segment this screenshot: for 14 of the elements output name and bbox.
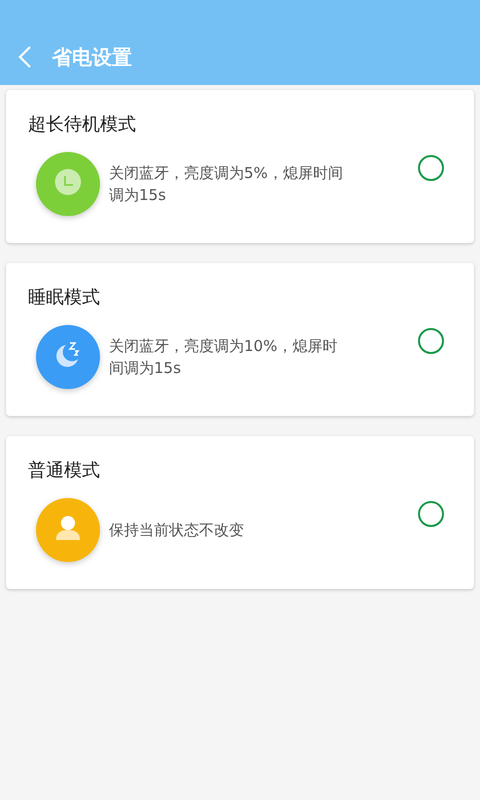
- screen-title: 省电设置: [52, 44, 132, 71]
- radio-button[interactable]: [418, 155, 444, 181]
- radio-button[interactable]: [418, 501, 444, 527]
- mode-description: 保持当前状态不改变: [109, 520, 245, 541]
- mode-card[interactable]: 超长待机模式 关闭蓝牙，亮度调为5%，熄屏时间调为15s: [6, 90, 474, 243]
- radio-button[interactable]: [418, 328, 444, 354]
- back-icon: [18, 45, 32, 69]
- mode-title: 普通模式: [28, 459, 100, 483]
- mode-description: 关闭蓝牙，亮度调为5%，熄屏时间调为15s: [109, 163, 344, 206]
- mode-title: 超长待机模式: [28, 113, 136, 137]
- mode-card[interactable]: 普通模式 保持当前状态不改变: [6, 436, 474, 589]
- mode-card[interactable]: 睡眠模式 关闭蓝牙，亮度调为10%，熄屏时间调为15s: [6, 263, 474, 416]
- mode-title: 睡眠模式: [28, 286, 100, 310]
- mode-description: 关闭蓝牙，亮度调为10%，熄屏时间调为15s: [109, 336, 338, 379]
